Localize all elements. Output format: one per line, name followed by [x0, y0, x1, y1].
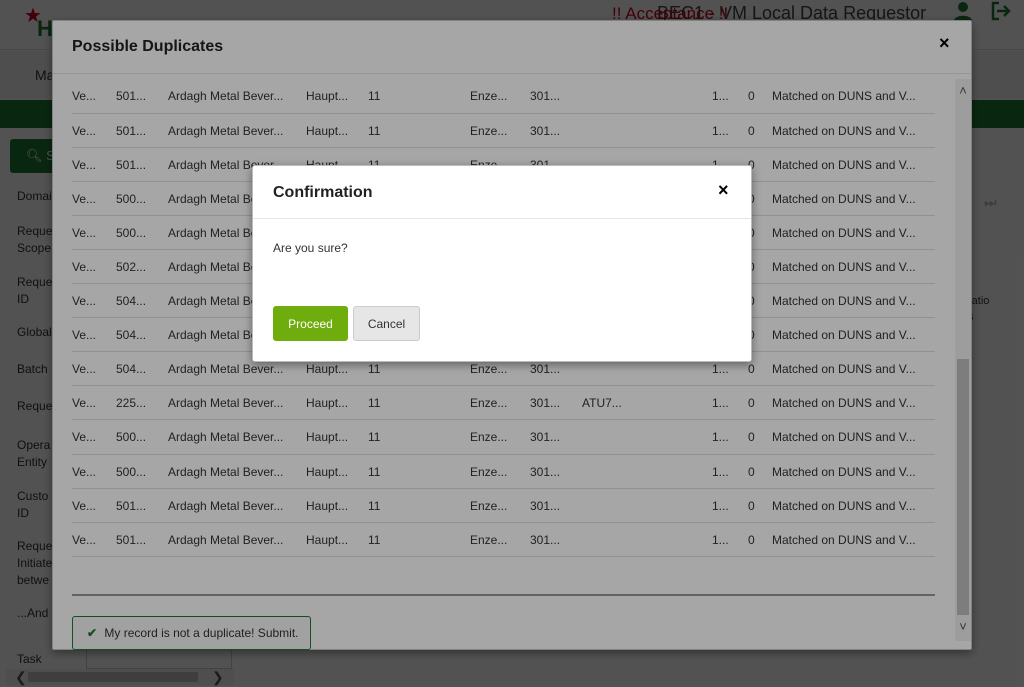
dialog-title: Confirmation [273, 184, 373, 201]
confirmation-dialog: Confirmation × Are you sure? Proceed Can… [252, 165, 752, 362]
cancel-button[interactable]: Cancel [353, 306, 420, 341]
dialog-message: Are you sure? [273, 241, 348, 255]
close-icon[interactable]: × [718, 180, 729, 201]
proceed-button[interactable]: Proceed [273, 306, 348, 341]
dialog-header: Confirmation × [253, 166, 751, 219]
